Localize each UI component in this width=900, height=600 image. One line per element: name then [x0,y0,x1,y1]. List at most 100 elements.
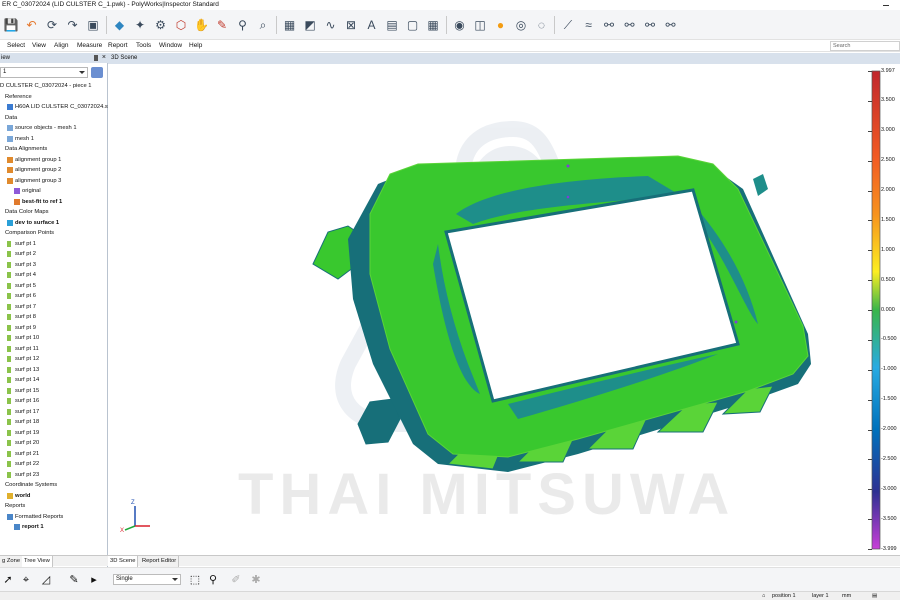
snapshot-icon[interactable]: ▣ [84,16,102,34]
tree-item-label: surf pt 3 [15,261,36,268]
status-bar: ⌂ position 1 layer 1 mm ▤ [0,591,900,600]
color-scale-label: -1.500 [881,396,897,403]
selection-mode-select[interactable]: Single [113,574,181,585]
object-tool-icon[interactable]: ➚ [0,572,16,588]
probe-icon[interactable]: ⚲ [234,16,252,34]
tree-item-label: alignment group 2 [15,167,62,173]
undo-icon[interactable]: ↶ [23,16,41,34]
device-d-icon[interactable]: ⚯ [662,16,680,34]
select-elements-icon[interactable]: ⬚ [187,572,203,588]
edit-select-icon[interactable]: ✐ [228,572,244,588]
chevron-down-icon [172,578,178,581]
cube-icon[interactable]: ◆ [111,16,129,34]
curve-icon[interactable]: ≈ [580,16,598,34]
tree-item-label: surf pt 19 [15,429,40,436]
shape-icon[interactable]: ⬡ [172,16,190,34]
status-position[interactable]: position 1 [772,592,796,600]
color-scale-tick [868,549,872,550]
color-scale-tick [868,399,872,401]
tree-item-label: surf pt 11 [15,345,39,352]
plane-icon[interactable]: ◿ [38,572,54,588]
feature-icon[interactable]: ⊠ [342,16,360,34]
tab-operating-zone[interactable]: g Zone [0,556,24,567]
device-c-icon[interactable]: ⚯ [641,16,659,34]
3d-scene-viewport[interactable]: THAI MITSUWA Z X 3.997 3.500 3.000 2.500 2.0… [108,64,900,554]
panel-header: iew × [0,53,108,63]
camera-icon[interactable]: ▢ [404,16,422,34]
point-icon [7,251,11,257]
device-a-icon[interactable]: ⚯ [600,16,618,34]
toolbar-separator [554,16,555,34]
tree-item-label: surf pt 5 [15,282,36,289]
play-icon[interactable]: ● [492,16,510,34]
probe-icon[interactable]: ✎ [66,572,82,588]
graph-icon[interactable]: ⟋ [559,16,577,34]
menu-view[interactable]: View [32,40,46,52]
tab-report-editor[interactable]: Report Editor [140,556,180,567]
stop-icon[interactable]: ◌ [533,16,551,34]
status-layer[interactable]: layer 1 [812,592,829,600]
tree-item-label: surf pt 2 [15,251,36,257]
record-icon[interactable]: ◎ [512,16,530,34]
report-icon[interactable]: ▤ [383,16,401,34]
piece-manager-icon[interactable] [91,67,103,78]
menu-measure[interactable]: Measure [77,40,102,52]
star-icon[interactable]: ✦ [131,16,149,34]
color-scale-label: -2.500 [881,455,897,462]
color-scale-tick [868,250,872,252]
minimize-button[interactable] [880,0,892,10]
main-toolbar: 💾 ↶ ⟳ ↷ ▣ ◆ ✦ ⚙ ⬡ ✋ ✎ ⚲ ⌕ ▦ ◩ ∿ ⊠ A ▤ ▢ ▦ ◉ ◫ ● ◎ ◌ ⟋ ≈ ⚯ ⚯ ⚯ ⚯ [0,10,900,40]
color-scale-tick [868,190,872,192]
device-b-icon[interactable]: ⚯ [621,16,639,34]
spline-icon[interactable]: ∿ [322,16,340,34]
axis-triad: Z X [120,500,150,534]
point-icon [7,398,11,404]
search-input[interactable]: Search [830,41,900,51]
status-unit[interactable]: mm [842,592,851,600]
reset-icon[interactable]: ⟳ [43,16,61,34]
chart-icon[interactable]: ◩ [301,16,319,34]
save-icon[interactable]: 💾 [2,16,20,34]
color-scale-label: -3.500 [881,515,897,522]
image-icon[interactable]: ▦ [281,16,299,34]
photo-icon[interactable]: ◉ [451,16,469,34]
menu-tools[interactable]: Tools [136,40,151,52]
tree-item-label: surf pt 18 [15,419,40,425]
color-scale-label: -2.000 [881,426,897,432]
color-scale-label: 1.000 [881,246,895,253]
menu-window[interactable]: Window [159,40,182,52]
select-options-icon[interactable]: ⚲ [205,572,221,588]
tree-item-label: surf pt 13 [15,366,40,373]
inspected-part[interactable] [312,155,811,472]
chevron-down-icon [79,71,85,74]
tree-item-label: surf pt 6 [15,293,36,299]
menu-align[interactable]: Align [54,40,68,52]
measure-icon[interactable]: ◫ [471,16,489,34]
wand-icon[interactable]: ✎ [213,16,231,34]
piece-combo[interactable]: 1 [0,67,88,78]
hand-icon[interactable]: ✋ [193,16,211,34]
tree-item-label: surf pt 1 [15,240,36,247]
tree-item-label: mesh 1 [15,135,35,142]
zoom-icon[interactable]: ⌕ [254,16,272,34]
settings-icon[interactable]: ⚙ [152,16,170,34]
edit-options-icon[interactable]: ✱ [248,572,264,588]
table-icon[interactable]: ▦ [424,16,442,34]
close-icon[interactable]: × [102,53,106,63]
play-forward-icon[interactable]: ▸ [86,572,102,588]
tree-view-panel: iew × 1 D CULSTER C_03072024 - piece 1 Re… [0,53,113,568]
tree-item-label: H60A LID CULSTER C_03072024.stp [15,104,113,110]
tab-tree-view[interactable]: Tree View [22,556,53,567]
text-icon[interactable]: A [363,16,381,34]
point-icon [7,356,11,362]
pin-icon[interactable] [94,55,98,61]
menu-report[interactable]: Report [108,40,128,52]
status-extra-icon[interactable]: ▤ [872,592,877,600]
tree-item-label: surf pt 15 [15,387,40,394]
menu-select[interactable]: Select [7,40,25,52]
menu-help[interactable]: Help [189,40,202,52]
tree-item-label: Formatted Reports [15,513,64,520]
tab-3d-scene[interactable]: 3D Scene [108,556,139,567]
redo-icon[interactable]: ↷ [64,16,82,34]
pick-point-icon[interactable]: ⌖ [18,572,34,588]
